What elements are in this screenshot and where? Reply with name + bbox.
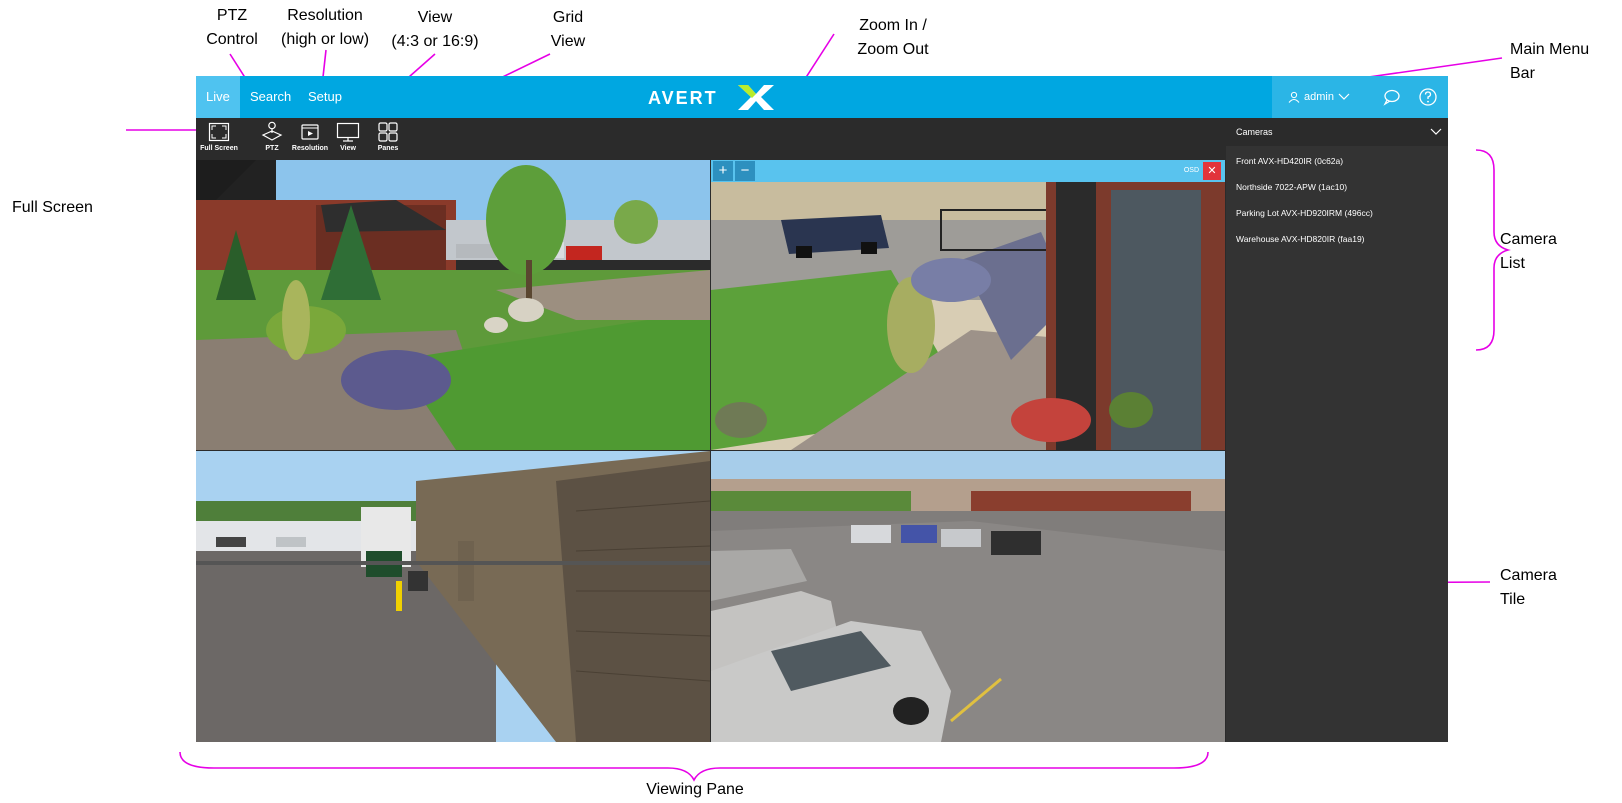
chevron-down-icon bbox=[1338, 93, 1350, 100]
view-label: View bbox=[340, 145, 356, 152]
callout-viewing-pane: Viewing Pane bbox=[646, 781, 744, 798]
resolution-icon bbox=[301, 124, 319, 140]
zoom-in-button[interactable]: + bbox=[713, 161, 733, 181]
camera-tile-front[interactable] bbox=[196, 160, 710, 450]
camera-feed-image bbox=[196, 451, 710, 742]
camera-feed-image bbox=[711, 160, 1225, 450]
live-toolbar: Full Screen PTZ Resolution View Panes bbox=[196, 118, 1226, 160]
callout-camera-list: Camera List bbox=[1500, 231, 1557, 272]
camera-list: Front AVX-HD420IR (0c62a) Northside 7022… bbox=[1226, 148, 1448, 252]
callout-main-menu-bar: Main Menu Bar bbox=[1510, 41, 1590, 82]
resolution-label: Resolution bbox=[291, 145, 329, 152]
nvr-live-view-window: Live Search Setup AVERT admin Full Scree… bbox=[196, 76, 1448, 742]
fullscreen-icon bbox=[208, 122, 230, 142]
close-tile-button[interactable]: ✕ bbox=[1203, 162, 1221, 180]
callout-brace-viewing-pane bbox=[179, 751, 1209, 782]
camera-feed-image bbox=[711, 451, 1225, 742]
user-name: admin bbox=[1304, 91, 1334, 103]
callout-resolution: Resolution (high or low) bbox=[280, 7, 370, 48]
monitor-icon bbox=[336, 122, 360, 142]
zoom-out-button[interactable]: − bbox=[735, 161, 755, 181]
user-menu[interactable]: admin bbox=[1288, 76, 1350, 118]
callout-view: View (4:3 or 16:9) bbox=[391, 9, 479, 50]
help-icon[interactable] bbox=[1418, 87, 1438, 107]
camera-item-northside[interactable]: Northside 7022-APW (1ac10) bbox=[1226, 174, 1448, 200]
tab-search[interactable]: Search bbox=[240, 76, 301, 118]
camera-tile-parking-lot[interactable] bbox=[711, 451, 1225, 742]
camera-feed-image bbox=[196, 160, 710, 450]
full-screen-button[interactable]: Full Screen bbox=[198, 121, 240, 159]
chevron-down-icon[interactable] bbox=[1430, 126, 1442, 138]
callout-camera-tile: Camera Tile bbox=[1500, 567, 1557, 608]
resolution-button[interactable]: Resolution bbox=[288, 121, 332, 159]
panes-label: Panes bbox=[377, 145, 399, 152]
user-area: admin bbox=[1272, 76, 1448, 118]
osd-toggle-button[interactable]: OSD bbox=[1184, 163, 1199, 179]
callout-grid-view: Grid View bbox=[550, 9, 586, 50]
ptz-button[interactable]: PTZ bbox=[256, 121, 288, 159]
chat-icon[interactable] bbox=[1382, 87, 1402, 107]
panes-button[interactable]: Panes bbox=[372, 121, 404, 159]
callout-full-screen: Full Screen bbox=[12, 199, 93, 216]
camera-item-parking-lot[interactable]: Parking Lot AVX-HD920IRM (496cc) bbox=[1226, 200, 1448, 226]
tile-control-bar: + − OSD ✕ bbox=[711, 160, 1225, 182]
tab-live[interactable]: Live bbox=[196, 76, 240, 118]
camera-tile-northside[interactable]: + − OSD ✕ bbox=[711, 160, 1225, 450]
callout-ptz-control: PTZ Control bbox=[206, 7, 258, 48]
camera-list-panel: Cameras Front AVX-HD420IR (0c62a) Norths… bbox=[1226, 118, 1448, 742]
main-menu-bar: Live Search Setup AVERT admin bbox=[196, 76, 1448, 118]
ptz-label: PTZ bbox=[265, 145, 279, 152]
user-icon bbox=[1288, 91, 1300, 103]
camera-item-warehouse[interactable]: Warehouse AVX-HD820IR (faa19) bbox=[1226, 226, 1448, 252]
callout-zoom: Zoom In / Zoom Out bbox=[857, 17, 929, 58]
view-button[interactable]: View bbox=[334, 121, 362, 159]
svg-text:AVERT: AVERT bbox=[648, 88, 718, 108]
camera-tile-warehouse[interactable] bbox=[196, 451, 710, 742]
grid-icon bbox=[378, 122, 398, 142]
camera-item-front[interactable]: Front AVX-HD420IR (0c62a) bbox=[1226, 148, 1448, 174]
full-screen-label: Full Screen bbox=[200, 145, 238, 152]
camera-list-header: Cameras bbox=[1226, 118, 1448, 146]
camera-list-title: Cameras bbox=[1236, 127, 1273, 137]
tab-setup[interactable]: Setup bbox=[298, 76, 352, 118]
avertx-logo: AVERT bbox=[648, 85, 774, 110]
ptz-joystick-icon bbox=[261, 121, 283, 141]
